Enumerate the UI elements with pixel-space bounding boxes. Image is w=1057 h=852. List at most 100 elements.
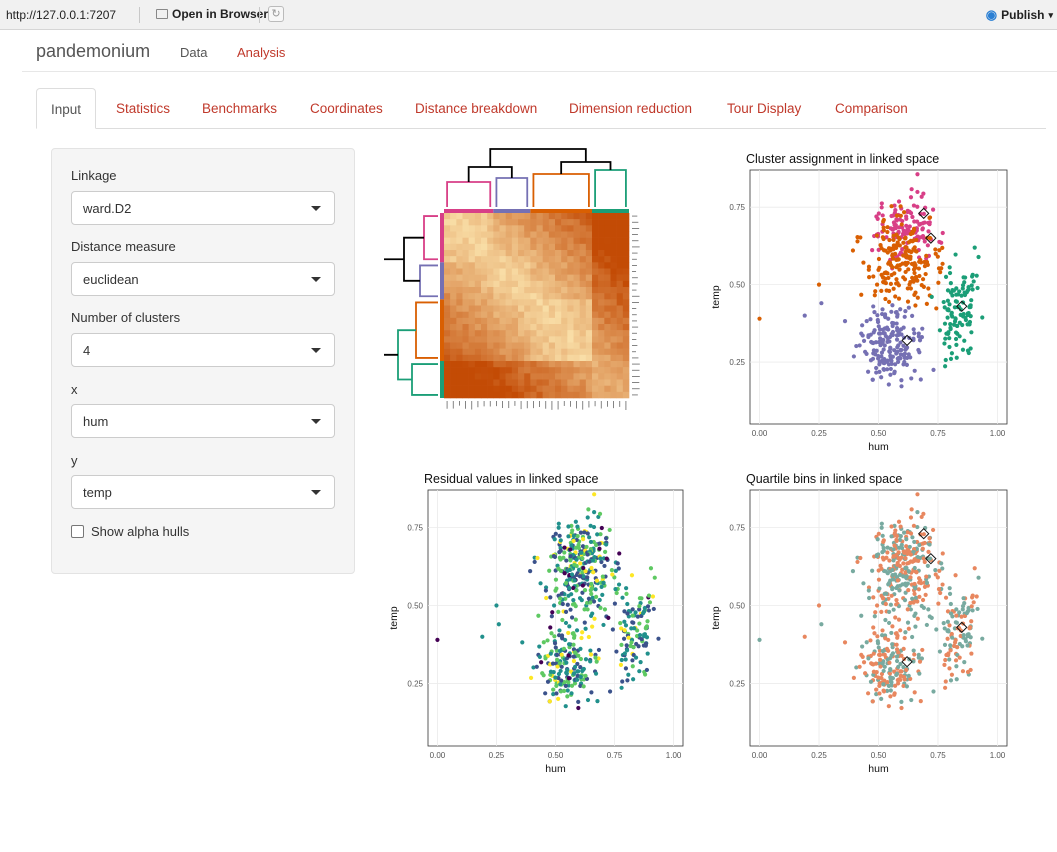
- data-point: [883, 636, 888, 641]
- residual-plot-panel: Residual values in linked space 0.00 0.25 0…: [384, 468, 689, 780]
- clusters-select[interactable]: 4: [71, 333, 335, 367]
- heatmap-cell: [604, 379, 611, 386]
- heatmap-cell: [462, 256, 469, 263]
- heatmap-cell: [585, 287, 593, 294]
- heatmap-cell: [585, 311, 593, 319]
- tab-tour-display[interactable]: Tour Display: [713, 88, 815, 129]
- toolbar-divider: [139, 7, 140, 23]
- y-select[interactable]: temp: [71, 475, 335, 509]
- heatmap-cell: [450, 231, 457, 238]
- heatmap-cell: [462, 237, 469, 245]
- cluster-bar: [440, 262, 444, 300]
- data-point: [538, 581, 543, 586]
- heatmap-cell: [567, 287, 574, 294]
- data-point: [594, 659, 599, 664]
- data-point: [578, 646, 583, 651]
- open-in-browser-button[interactable]: Open in Browser: [156, 7, 268, 21]
- heatmap-cell: [579, 379, 587, 386]
- data-point: [947, 336, 952, 341]
- data-point: [883, 601, 888, 607]
- data-point: [957, 320, 962, 325]
- data-point: [910, 634, 915, 640]
- data-point: [931, 367, 936, 373]
- tab-benchmarks[interactable]: Benchmarks: [188, 88, 291, 129]
- tab-comparison[interactable]: Comparison: [821, 88, 922, 129]
- data-point: [980, 636, 985, 641]
- data-point: [912, 219, 917, 224]
- checkbox-box[interactable]: [71, 525, 84, 538]
- data-point: [923, 592, 928, 597]
- heatmap-cell: [561, 348, 568, 356]
- data-point: [870, 377, 875, 382]
- data-point: [871, 304, 876, 309]
- data-point: [860, 323, 865, 328]
- app-brand[interactable]: pandemonium: [36, 41, 150, 62]
- x-select[interactable]: hum: [71, 404, 335, 438]
- heatmap-cell: [548, 361, 556, 368]
- data-point: [646, 593, 652, 598]
- data-point: [947, 591, 953, 596]
- app-navbar: pandemonium Data Analysis: [22, 31, 1057, 72]
- heatmap-cell: [573, 324, 580, 331]
- heatmap-cell: [561, 305, 568, 312]
- alpha-hulls-checkbox[interactable]: Show alpha hulls: [71, 524, 189, 539]
- tab-distance-breakdown[interactable]: Distance breakdown: [401, 88, 551, 129]
- data-point: [903, 630, 908, 635]
- data-point: [871, 625, 876, 630]
- data-point: [949, 672, 955, 677]
- heatmap-cell: [474, 367, 482, 374]
- heatmap-cell: [592, 391, 599, 399]
- heatmap-cell: [548, 305, 556, 312]
- nav-item-data[interactable]: Data: [180, 45, 207, 60]
- tab-statistics[interactable]: Statistics: [102, 88, 184, 129]
- heatmap-cell: [616, 324, 624, 331]
- heatmap-cell: [561, 342, 568, 349]
- data-point: [643, 626, 648, 631]
- data-point: [597, 511, 603, 516]
- refresh-icon[interactable]: ↻: [268, 6, 284, 22]
- data-point: [543, 656, 548, 661]
- dendrogram-branch: [419, 264, 438, 298]
- data-point: [868, 317, 873, 322]
- data-point: [965, 312, 970, 318]
- heatmap-cell: [604, 274, 611, 282]
- data-point: [566, 593, 571, 598]
- data-point: [864, 640, 869, 645]
- heatmap-cell: [555, 287, 562, 294]
- cluster-scatter: Cluster assignment in linked space0.00 0.…: [710, 152, 1008, 453]
- data-point: [904, 537, 909, 542]
- data-point: [917, 659, 923, 664]
- data-point: [563, 683, 568, 689]
- heatmap-cell: [456, 373, 463, 380]
- heatmap-cell: [548, 268, 556, 275]
- data-point: [629, 573, 635, 578]
- plot-title: Cluster assignment in linked space: [746, 152, 939, 166]
- heatmap-cell: [481, 293, 488, 300]
- linkage-select[interactable]: ward.D2: [71, 191, 335, 225]
- heatmap-cell: [622, 231, 630, 238]
- heatmap-cell: [493, 231, 500, 238]
- heatmap-cell: [518, 299, 525, 306]
- data-point: [889, 309, 894, 314]
- heatmap-cell: [499, 311, 506, 319]
- tab-dimension-reduction[interactable]: Dimension reduction: [555, 88, 706, 129]
- heatmap-cell: [592, 274, 599, 282]
- tab-coordinates[interactable]: Coordinates: [296, 88, 397, 129]
- heatmap-cell: [524, 219, 531, 226]
- data-point: [882, 591, 887, 596]
- data-point: [888, 668, 893, 673]
- data-point: [577, 574, 583, 579]
- heatmap-cell: [481, 213, 488, 220]
- heatmap-cell: [610, 243, 617, 251]
- data-point: [585, 575, 590, 580]
- tab-input[interactable]: Input: [36, 88, 97, 129]
- distance-select[interactable]: euclidean: [71, 262, 335, 296]
- data-point: [881, 236, 886, 242]
- nav-item-analysis[interactable]: Analysis: [237, 45, 285, 60]
- heatmap-cell: [505, 391, 513, 399]
- heatmap-cell: [487, 342, 494, 349]
- publish-button[interactable]: ◉ Publish ▾: [986, 7, 1053, 23]
- data-point: [947, 586, 952, 591]
- data-point: [893, 294, 898, 299]
- heatmap-cell: [468, 219, 476, 226]
